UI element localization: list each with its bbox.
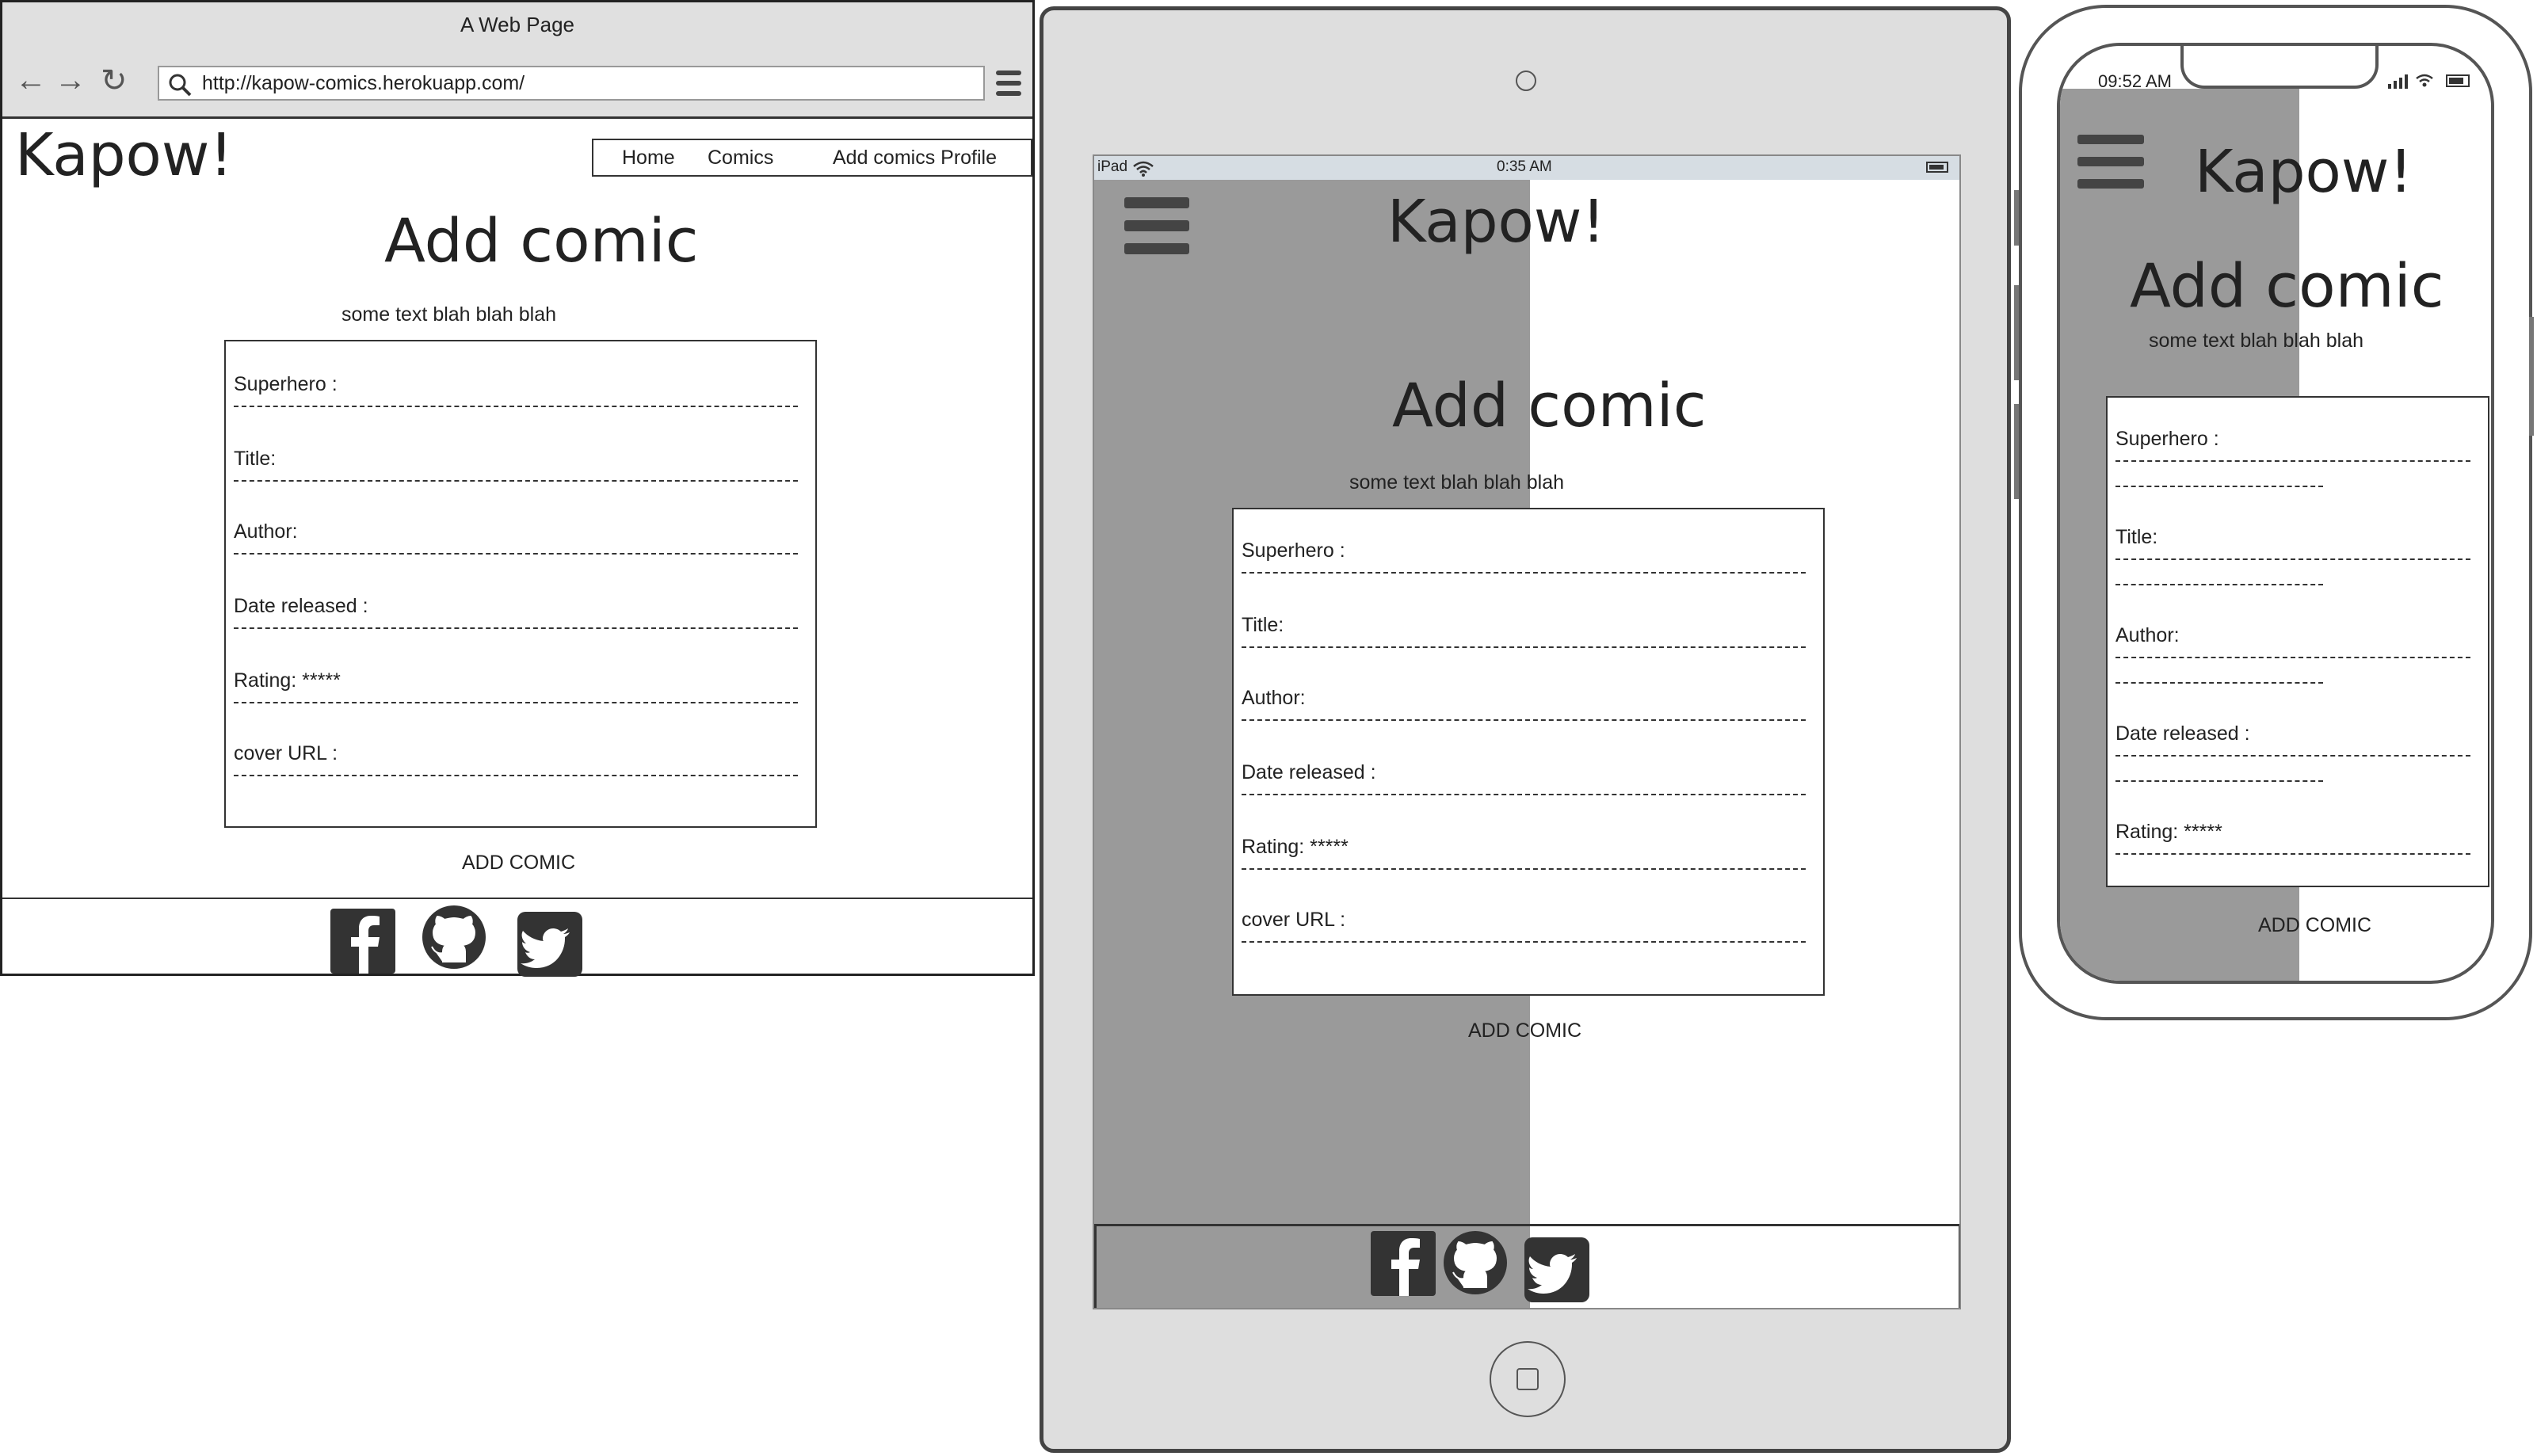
- facebook-icon[interactable]: [1371, 1231, 1436, 1296]
- ipad-hamburger-icon[interactable]: [1124, 197, 1189, 254]
- iphone-status-icons: [2386, 71, 2474, 90]
- browser-toolbar: ← → ↻ http://kapow-comics.herokuapp.com/: [2, 51, 1032, 119]
- ipad-page-heading: Add comic: [1392, 370, 1707, 440]
- rating-label: Rating: *****: [234, 669, 341, 692]
- site-logo[interactable]: Kapow!: [15, 121, 233, 189]
- ipad-date-released-field[interactable]: Date released :: [1242, 761, 1806, 795]
- wifi-icon: [1133, 161, 1154, 177]
- back-arrow-icon[interactable]: ←: [15, 63, 47, 98]
- ipad-add-comic-form: Superhero : Title: Author: Date released…: [1232, 508, 1825, 996]
- twitter-icon[interactable]: [1524, 1237, 1589, 1302]
- nav-add-comics-profile-link[interactable]: Add comics Profile: [833, 147, 997, 170]
- ipad-intro-text: some text blah blah blah: [1349, 471, 1565, 494]
- ipad-footer: [1094, 1224, 1959, 1308]
- ipad-label: iPad: [1097, 158, 1128, 175]
- reload-icon[interactable]: ↻: [101, 63, 128, 99]
- twitter-icon[interactable]: [517, 912, 582, 977]
- date-released-label: Date released :: [1242, 761, 1376, 783]
- iphone-power-button: [2529, 317, 2534, 436]
- title-label: Title:: [2115, 526, 2158, 548]
- nav-home-link[interactable]: Home: [622, 147, 675, 170]
- ipad-title-field[interactable]: Title:: [1242, 614, 1806, 648]
- date-released-label: Date released :: [2115, 722, 2250, 745]
- superhero-label: Superhero :: [234, 373, 338, 395]
- site-footer: [2, 898, 1032, 977]
- forward-arrow-icon[interactable]: →: [55, 63, 86, 98]
- intro-text: some text blah blah blah: [341, 303, 557, 326]
- top-nav: Home Comics Add comics Profile: [592, 139, 1032, 177]
- iphone-add-comic-form: Superhero : Title: Author: Date released…: [2106, 396, 2489, 887]
- author-label: Author:: [1242, 687, 1306, 709]
- iphone-add-comic-button[interactable]: ADD COMIC: [2258, 914, 2371, 937]
- date-released-label: Date released :: [234, 595, 368, 617]
- ipad-home-button[interactable]: [1490, 1341, 1566, 1417]
- iphone-title-field[interactable]: Title:: [2115, 526, 2470, 585]
- title-field[interactable]: Title:: [234, 448, 798, 482]
- ipad-clock: 0:35 AM: [1497, 158, 1552, 175]
- iphone-device: 09:52 AM Kapow! Add comic some text blah…: [2014, 5, 2534, 1020]
- browser-menu-icon[interactable]: [996, 71, 1021, 96]
- iphone-rating-field[interactable]: Rating: *****: [2115, 821, 2470, 855]
- desktop-browser-window: A Web Page ← → ↻ http://kapow-comics.her…: [0, 0, 1035, 977]
- add-comic-button[interactable]: ADD COMIC: [462, 852, 575, 875]
- address-bar[interactable]: http://kapow-comics.herokuapp.com/: [158, 66, 985, 101]
- iphone-volume-down: [2014, 404, 2019, 499]
- facebook-icon[interactable]: [330, 909, 395, 974]
- author-field[interactable]: Author:: [234, 520, 798, 555]
- iphone-notch: [2180, 46, 2379, 89]
- iphone-volume-up: [2014, 285, 2019, 380]
- github-icon[interactable]: [421, 904, 487, 970]
- ipad-status-bar: iPad 0:35 AM: [1094, 156, 1959, 180]
- github-icon[interactable]: [1442, 1229, 1509, 1296]
- battery-icon: [1926, 162, 1948, 173]
- iphone-intro-text: some text blah blah blah: [2149, 330, 2364, 352]
- ipad-screen: iPad 0:35 AM Kapow! Add comic some text …: [1093, 154, 1961, 1309]
- iphone-site-logo[interactable]: Kapow!: [2195, 138, 2413, 206]
- url-text: http://kapow-comics.herokuapp.com/: [202, 72, 525, 94]
- iphone-superhero-field[interactable]: Superhero :: [2115, 428, 2470, 487]
- date-released-field[interactable]: Date released :: [234, 595, 798, 629]
- add-comic-form: Superhero : Title: Author: Date released…: [224, 340, 817, 828]
- rating-label: Rating: *****: [2115, 821, 2222, 843]
- iphone-author-field[interactable]: Author:: [2115, 624, 2470, 684]
- ipad-rating-field[interactable]: Rating: *****: [1242, 836, 1806, 870]
- iphone-page-heading: Add comic: [2130, 250, 2444, 321]
- rating-label: Rating: *****: [1242, 836, 1349, 858]
- iphone-clock: 09:52 AM: [2098, 71, 2172, 91]
- ipad-site-logo[interactable]: Kapow!: [1387, 188, 1605, 256]
- page-heading: Add comic: [384, 205, 699, 276]
- iphone-mute-switch: [2014, 190, 2019, 246]
- title-label: Title:: [1242, 614, 1284, 636]
- cover-url-label: cover URL :: [234, 742, 338, 764]
- ipad-author-field[interactable]: Author:: [1242, 687, 1806, 721]
- search-icon: [169, 74, 192, 97]
- superhero-label: Superhero :: [1242, 539, 1345, 562]
- iphone-date-released-field[interactable]: Date released :: [2115, 722, 2470, 782]
- signal-icon: [2388, 74, 2470, 89]
- nav-comics-link[interactable]: Comics: [708, 147, 773, 170]
- ipad-camera: [1516, 71, 1536, 91]
- cover-url-label: cover URL :: [1242, 909, 1346, 931]
- iphone-screen: 09:52 AM Kapow! Add comic some text blah…: [2057, 43, 2494, 984]
- superhero-label: Superhero :: [2115, 428, 2219, 450]
- rating-field[interactable]: Rating: *****: [234, 669, 798, 703]
- ipad-superhero-field[interactable]: Superhero :: [1242, 539, 1806, 574]
- author-label: Author:: [234, 520, 298, 543]
- title-label: Title:: [234, 448, 277, 470]
- cover-url-field[interactable]: cover URL :: [234, 742, 798, 776]
- ipad-cover-url-field[interactable]: cover URL :: [1242, 909, 1806, 943]
- ipad-device: iPad 0:35 AM Kapow! Add comic some text …: [1040, 6, 2011, 1453]
- iphone-hamburger-icon[interactable]: [2077, 135, 2144, 189]
- superhero-field[interactable]: Superhero :: [234, 373, 798, 407]
- author-label: Author:: [2115, 624, 2180, 646]
- window-title: A Web Page: [2, 2, 1032, 53]
- ipad-add-comic-button[interactable]: ADD COMIC: [1468, 1020, 1581, 1042]
